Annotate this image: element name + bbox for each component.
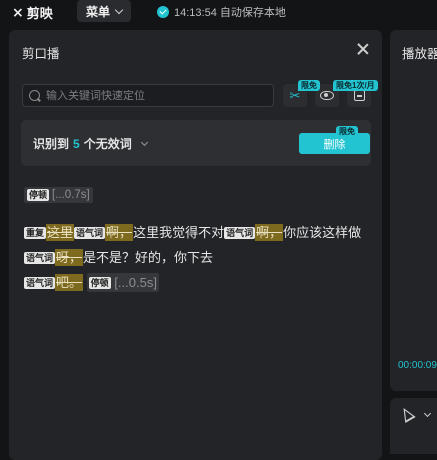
- search-input[interactable]: [46, 89, 273, 102]
- repeat-tag: 重复: [24, 227, 47, 239]
- pause-tag: 停顿: [88, 277, 111, 289]
- filler-word[interactable]: 啊，: [255, 224, 284, 241]
- pause-segment[interactable]: 停顿 [...0.5s]: [86, 273, 159, 292]
- player-timecode: 00:00:09: [398, 360, 437, 371]
- pause-line[interactable]: 停顿 [...0.7s]: [24, 187, 93, 203]
- filler-word[interactable]: 啊，: [105, 224, 134, 241]
- autosave-status: 14:13:54 自动保存本地: [157, 4, 286, 20]
- recognition-summary[interactable]: 识别到 5 个无效词: [33, 135, 148, 152]
- filler-tag: 语气词: [24, 277, 56, 289]
- app-logo: ⨯ 剪映: [12, 3, 53, 22]
- check-circle-icon: [157, 6, 169, 18]
- recognition-prefix: 识别到: [33, 137, 70, 151]
- filler-tag: 语气词: [74, 227, 106, 239]
- player-panel: 播放器 00:00:09: [390, 30, 437, 391]
- chevron-down-icon: [114, 5, 124, 14]
- transcript-segment[interactable]: 你应该这样做: [283, 225, 361, 240]
- free-badge-cut: 限免: [298, 80, 320, 91]
- top-bar: ⨯ 剪映 菜单 14:13:54 自动保存本地: [0, 0, 437, 24]
- transcript-segment[interactable]: 是不是？好的，你下去: [83, 250, 213, 265]
- player-title: 播放器: [402, 47, 437, 61]
- cut-oral-panel: 剪口播 ✂ 限免 限免1次/月 识别到 5 个无效词 删除 限免 停顿 [...…: [9, 30, 382, 460]
- free-badge-delete: 限免: [336, 126, 358, 137]
- recognition-suffix: 个无效词: [83, 137, 132, 151]
- menu-label: 菜单: [85, 4, 110, 19]
- filler-word[interactable]: 呀，: [55, 249, 84, 266]
- pause-segment[interactable]: 停顿 [...0.7s]: [24, 187, 93, 203]
- filler-tag: 语气词: [24, 252, 56, 264]
- search-icon: [29, 90, 40, 101]
- free-badge-subtitle: 限免1次/月: [333, 80, 378, 91]
- pause-duration: [...0.5s]: [114, 275, 157, 290]
- menu-button[interactable]: 菜单: [77, 0, 131, 22]
- repeated-word[interactable]: 这里: [46, 224, 75, 241]
- pause-duration: [...0.7s]: [52, 189, 90, 201]
- app-name: 剪映: [26, 6, 53, 21]
- search-box[interactable]: [22, 84, 274, 107]
- pause-tag: 停顿: [27, 189, 50, 201]
- transcript-segment[interactable]: 这里我觉得不对: [133, 225, 224, 240]
- invalid-word-count: 5: [73, 136, 80, 151]
- autosave-text: 14:13:54 自动保存本地: [174, 7, 286, 19]
- subtitle-icon: [353, 90, 365, 101]
- filler-tag: 语气词: [224, 227, 256, 239]
- eye-icon: [320, 91, 334, 100]
- transcript-text[interactable]: 重复 这里 语气词 啊，这里我觉得不对 语气词 啊，你应该这样做语气词 呀，是不是？好的，你…: [24, 220, 369, 295]
- chevron-down-icon: [140, 138, 148, 146]
- filler-word[interactable]: 吧。: [55, 274, 84, 291]
- close-icon[interactable]: [357, 43, 369, 55]
- panel-title: 剪口播: [22, 47, 60, 61]
- recognition-bar: 识别到 5 个无效词 删除: [21, 120, 371, 166]
- select-cursor-icon[interactable]: [398, 404, 416, 424]
- timeline-toolbar: [390, 398, 437, 454]
- capcut-logo-icon: ⨯: [12, 4, 24, 20]
- delete-button[interactable]: 删除: [299, 133, 370, 154]
- chevron-down-icon[interactable]: [423, 409, 432, 418]
